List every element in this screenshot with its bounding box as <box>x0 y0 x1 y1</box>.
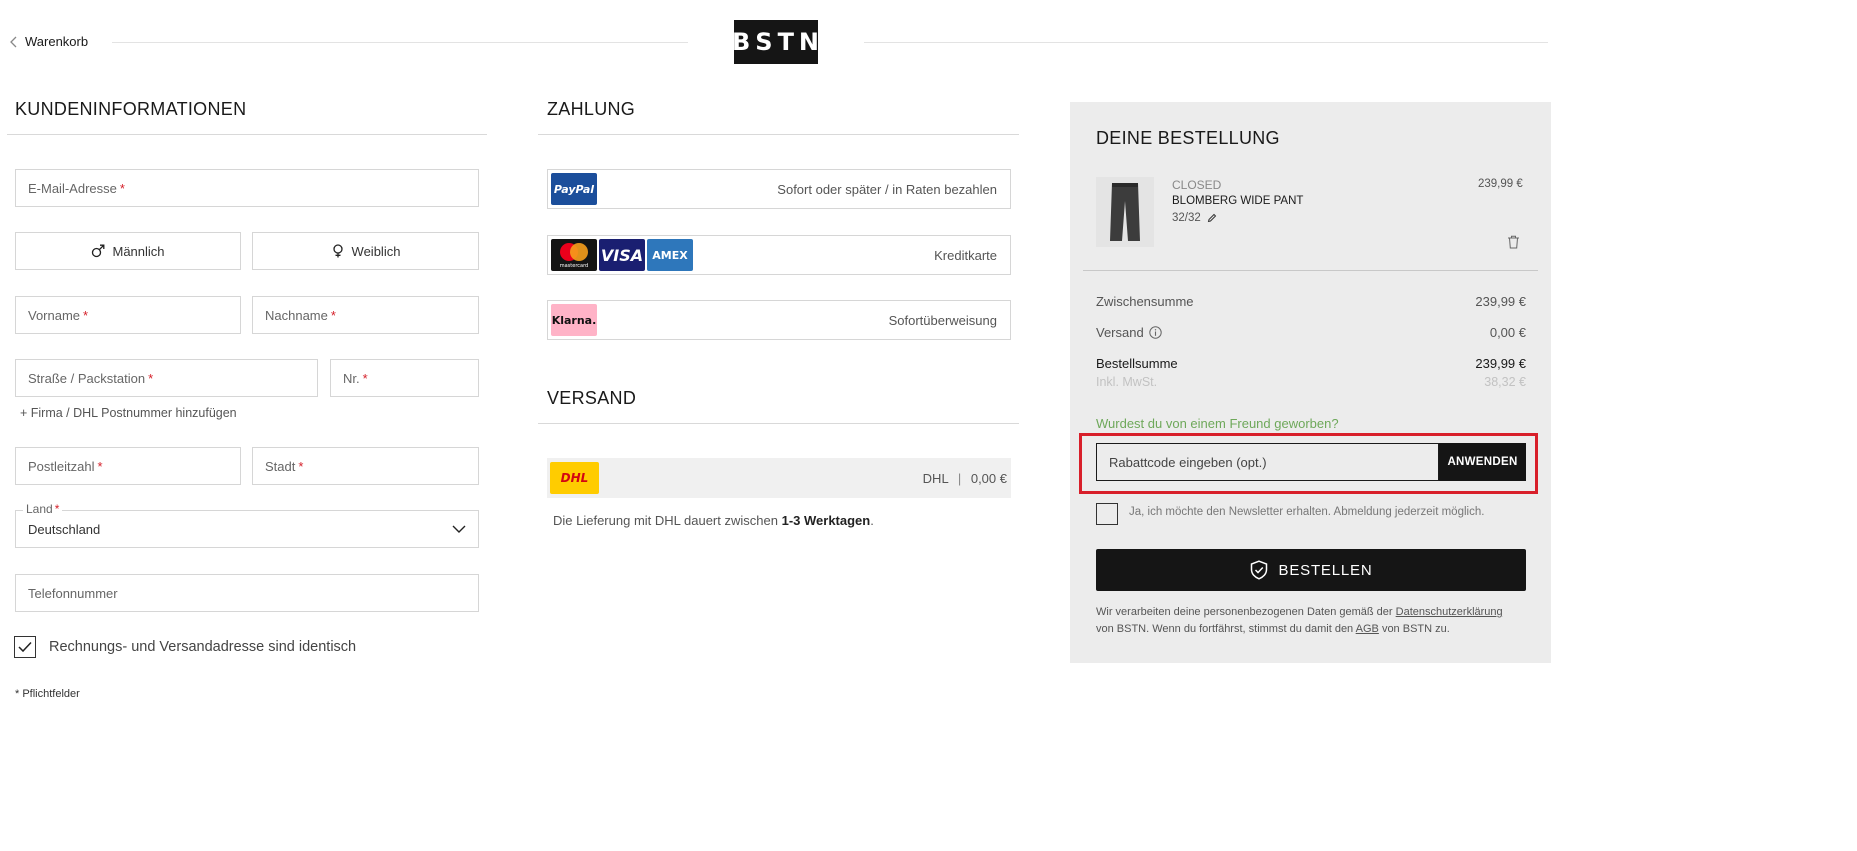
dhl-logo: DHL <box>550 462 599 494</box>
product-brand: CLOSED <box>1172 178 1222 192</box>
agb-link[interactable]: AGB <box>1356 623 1379 635</box>
phone-field[interactable]: Telefonnummer <box>15 574 479 612</box>
newsletter-label: Ja, ich möchte den Newsletter erhalten. … <box>1129 506 1485 518</box>
bstn-logo[interactable]: BSTN <box>732 20 819 64</box>
required-fields-note: * Pflichtfelder <box>15 688 80 700</box>
back-to-cart-link[interactable]: Warenkorb <box>10 34 88 49</box>
product-image[interactable] <box>1096 177 1154 247</box>
shipping-row: Versand 0,00 € <box>1096 325 1526 340</box>
female-symbol-icon <box>332 244 343 258</box>
payment-title: ZAHLUNG <box>547 99 636 119</box>
legal-notice: Wir verarbeiten deine personenbezogenen … <box>1096 606 1503 635</box>
klarna-logo: Klarna. <box>551 304 597 336</box>
coupon-input[interactable]: Rabattcode eingeben (opt.) <box>1096 443 1439 481</box>
email-field[interactable]: E-Mail-Adresse * <box>15 169 479 207</box>
male-symbol-icon <box>92 244 105 258</box>
order-title: DEINE BESTELLUNG <box>1096 128 1280 148</box>
place-order-button[interactable]: BESTELLEN <box>1096 549 1526 591</box>
city-field[interactable]: Stadt * <box>252 447 479 485</box>
add-company-link[interactable]: + Firma / DHL Postnummer hinzufügen <box>20 406 237 420</box>
info-icon[interactable] <box>1149 326 1162 339</box>
product-size: 32/32 <box>1172 212 1217 224</box>
payment-option-paypal[interactable]: PayPal Sofort oder später / in Raten bez… <box>547 169 1011 209</box>
checkmark-icon <box>18 641 32 653</box>
privacy-policy-link[interactable]: Datenschutzerklärung <box>1396 606 1503 618</box>
chevron-down-icon <box>452 525 466 533</box>
header-divider-left <box>112 42 688 43</box>
back-label: Warenkorb <box>25 34 89 49</box>
product-name: BLOMBERG WIDE PANT <box>1172 195 1304 207</box>
pants-image <box>1110 183 1140 241</box>
trash-icon[interactable] <box>1507 235 1520 254</box>
country-value: Deutschland <box>28 521 101 537</box>
payment-rule <box>538 134 1019 135</box>
firstname-field[interactable]: Vorname * <box>15 296 241 334</box>
customer-info-rule <box>7 134 487 135</box>
mastercard-circles-icon <box>560 242 588 261</box>
shield-check-icon <box>1250 560 1267 580</box>
payment-label-paypal: Sofort oder später / in Raten bezahlen <box>777 181 997 197</box>
subtotal-row: Zwischensumme 239,99 € <box>1096 294 1526 309</box>
shipping-note: Die Lieferung mit DHL dauert zwischen 1-… <box>553 513 874 528</box>
payment-option-creditcard[interactable]: mastercard VISA AMEX Kreditkarte <box>547 235 1011 275</box>
house-number-field[interactable]: Nr. * <box>330 359 479 397</box>
payment-label-creditcard: Kreditkarte <box>934 247 997 263</box>
product-price: 239,99 € <box>1478 178 1523 190</box>
order-divider <box>1083 270 1538 271</box>
street-field[interactable]: Straße / Packstation * <box>15 359 318 397</box>
mastercard-logo: mastercard <box>551 239 597 271</box>
gender-female-button[interactable]: Weiblich <box>252 232 479 270</box>
zip-field[interactable]: Postleitzahl * <box>15 447 241 485</box>
payment-option-klarna[interactable]: Klarna. Sofortüberweisung <box>547 300 1011 340</box>
pencil-edit-icon[interactable] <box>1207 213 1217 223</box>
country-label: Land * <box>23 502 63 516</box>
country-select[interactable]: Deutschland <box>15 510 479 548</box>
shipping-price-label: DHL | 0,00 € <box>922 470 1007 486</box>
apply-coupon-button[interactable]: ANWENDEN <box>1439 443 1526 481</box>
shipping-title: VERSAND <box>547 388 637 408</box>
payment-label-klarna: Sofortüberweisung <box>888 312 997 328</box>
chevron-left-icon <box>10 36 17 47</box>
header-divider-right <box>864 42 1548 43</box>
visa-logo: VISA <box>599 239 645 271</box>
newsletter-checkbox[interactable] <box>1096 503 1118 525</box>
vat-row: Inkl. MwSt. 38,32 € <box>1096 375 1526 389</box>
gender-male-button[interactable]: Männlich <box>15 232 241 270</box>
amex-logo: AMEX <box>647 239 693 271</box>
customer-info-title: KUNDENINFORMATIONEN <box>15 99 247 119</box>
shipping-option-dhl[interactable]: DHL DHL | 0,00 € <box>547 458 1011 498</box>
referral-link[interactable]: Wurdest du von einem Freund geworben? <box>1096 416 1339 431</box>
same-address-label: Rechnungs- und Versandadresse sind ident… <box>49 639 357 655</box>
paypal-logo: PayPal <box>551 173 597 205</box>
lastname-field[interactable]: Nachname * <box>252 296 479 334</box>
total-row: Bestellsumme 239,99 € <box>1096 356 1526 371</box>
same-address-checkbox[interactable] <box>14 636 36 658</box>
shipping-rule <box>538 423 1019 424</box>
